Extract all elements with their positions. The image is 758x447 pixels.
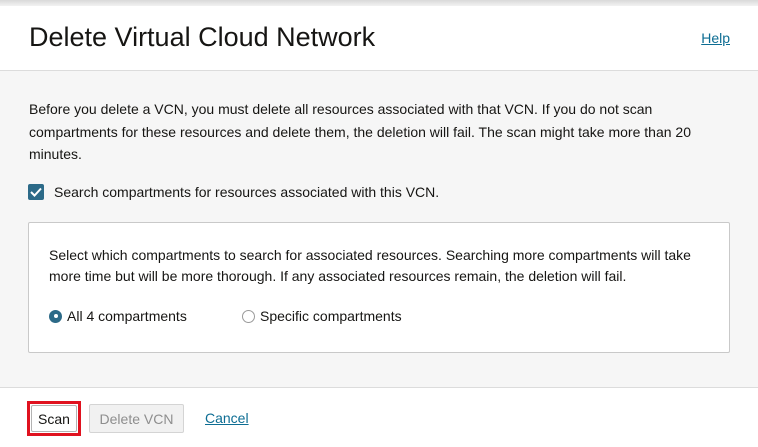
- help-link[interactable]: Help: [701, 30, 730, 46]
- delete-vcn-button[interactable]: Delete VCN: [89, 404, 184, 433]
- dialog-body: Before you delete a VCN, you must delete…: [0, 71, 758, 387]
- panel-description: Select which compartments to search for …: [49, 247, 691, 284]
- dialog-header: Delete Virtual Cloud Network Help: [0, 6, 758, 71]
- search-compartments-label: Search compartments for resources associ…: [54, 184, 440, 200]
- specific-compartments-radio[interactable]: [242, 309, 255, 323]
- search-compartments-checkbox[interactable]: [28, 184, 44, 200]
- all-compartments-option[interactable]: All 4 compartments: [49, 308, 187, 324]
- specific-compartments-option[interactable]: Specific compartments: [242, 308, 402, 324]
- cancel-link[interactable]: Cancel: [205, 410, 249, 426]
- dialog-footer: Scan Delete VCN Cancel: [0, 387, 758, 447]
- delete-vcn-dialog: Delete Virtual Cloud Network Help Before…: [0, 0, 758, 447]
- intro-text: Before you delete a VCN, you must delete…: [29, 101, 691, 162]
- all-compartments-label: All 4 compartments: [67, 308, 187, 324]
- all-compartments-radio[interactable]: [49, 309, 62, 323]
- compartment-scope-panel: Select which compartments to search for …: [28, 222, 730, 353]
- scan-button[interactable]: Scan: [31, 405, 77, 432]
- specific-compartments-label: Specific compartments: [260, 308, 402, 324]
- dialog-title: Delete Virtual Cloud Network: [29, 22, 376, 52]
- search-compartments-option[interactable]: Search compartments for resources associ…: [28, 184, 439, 200]
- check-icon: [30, 187, 42, 197]
